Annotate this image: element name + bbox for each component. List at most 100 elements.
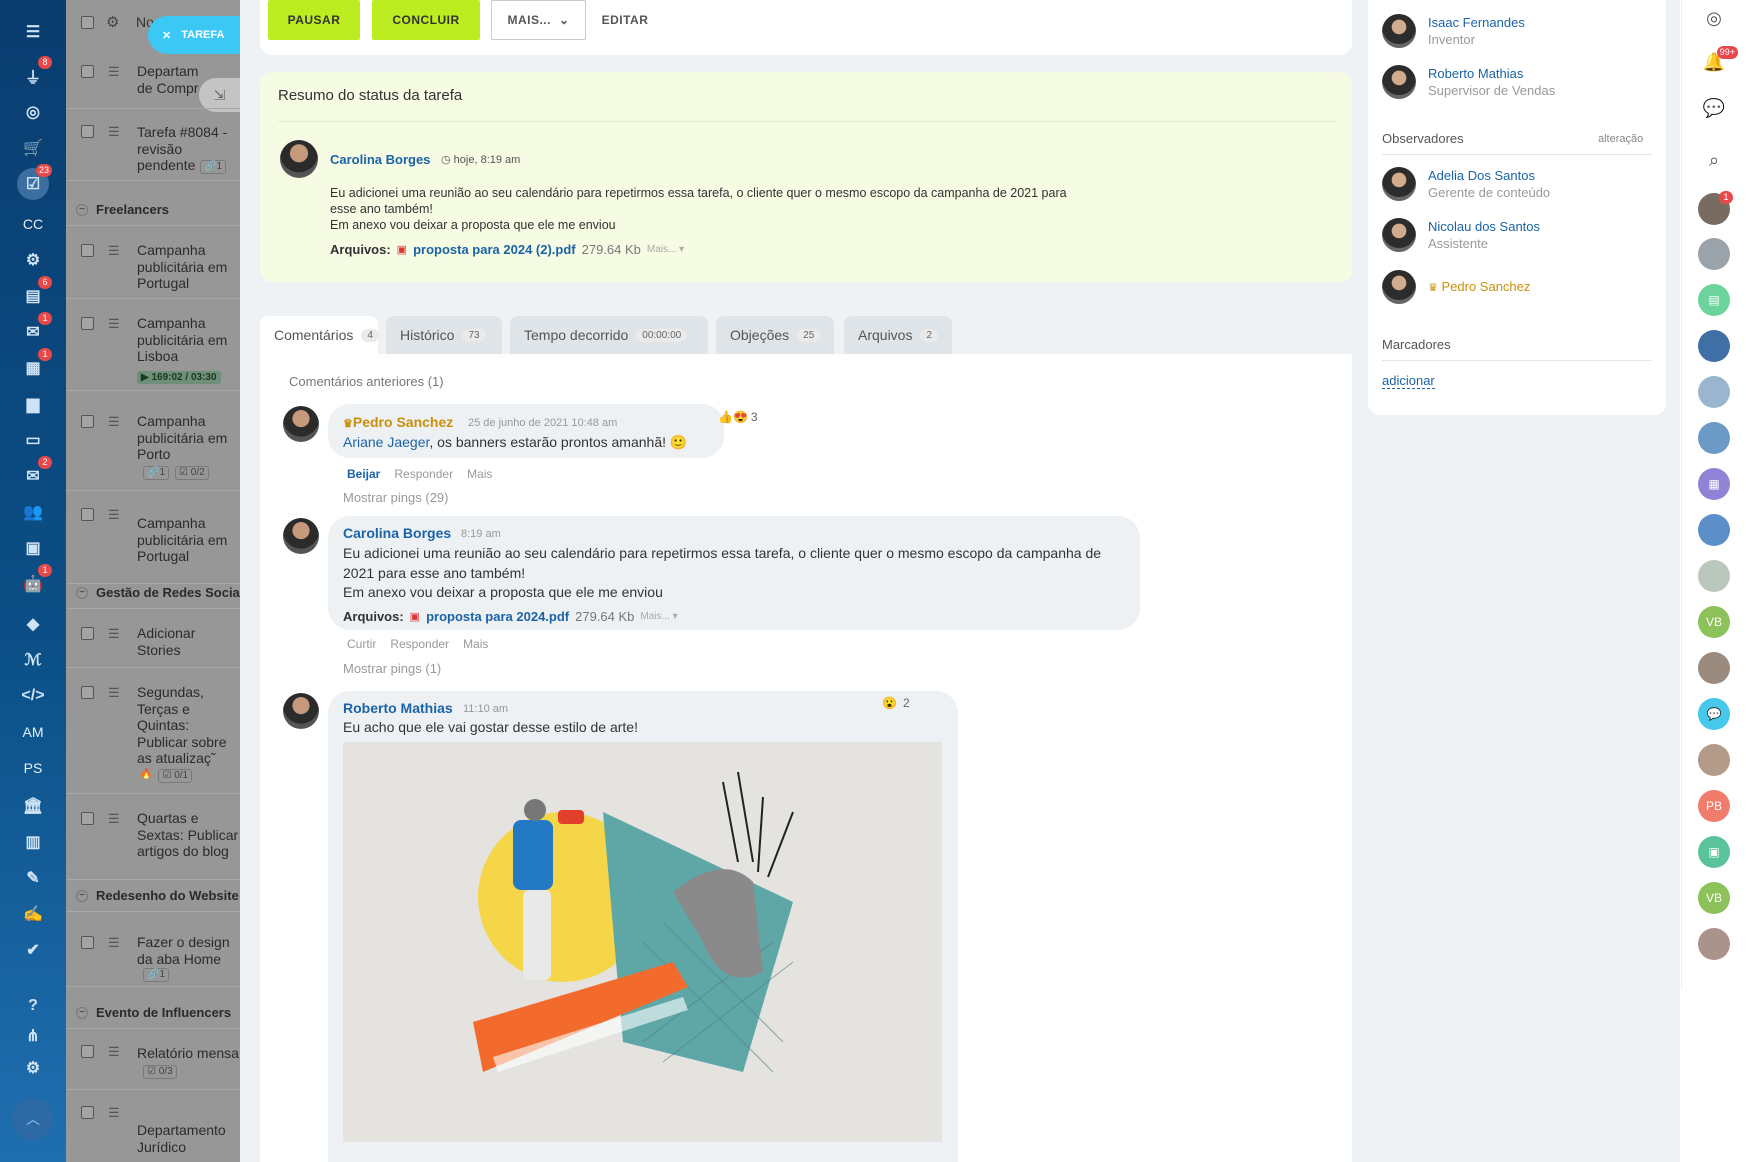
more-dropdown[interactable]: MAIS... ⌄ (491, 0, 586, 40)
messages-icon[interactable]: 💬 (1698, 92, 1730, 124)
avatar[interactable] (283, 518, 319, 554)
bell-icon[interactable]: 🔔 99+ (1698, 46, 1738, 78)
nav-cc[interactable]: CC (17, 208, 49, 240)
task-checkbox[interactable] (81, 317, 94, 330)
show-pings-link[interactable]: Mostrar pings (29) (343, 490, 448, 505)
tab-comments[interactable]: Comentários 4 (260, 316, 379, 354)
more-files-dropdown[interactable]: Mais... ▾ (640, 611, 677, 622)
drag-handle-icon[interactable]: ☰ (108, 936, 122, 949)
scroll-top-icon[interactable]: ︿ (12, 1098, 54, 1140)
avatar[interactable] (1382, 270, 1416, 304)
more-action[interactable]: Mais (463, 637, 488, 651)
avatar[interactable] (1698, 652, 1730, 684)
avatar[interactable] (1698, 514, 1730, 546)
observer-person[interactable]: ♛ Pedro Sanchez (1382, 270, 1530, 304)
show-pings-link[interactable]: Mostrar pings (1) (343, 661, 441, 676)
task-row[interactable]: ☰ Fazer o design da aba Home 🔗1 (66, 911, 240, 987)
file-link[interactable]: proposta para 2024.pdf (426, 609, 569, 624)
avatar[interactable] (1382, 14, 1416, 48)
bank-icon[interactable]: 🏛 (17, 790, 49, 822)
avatar[interactable] (283, 693, 319, 729)
sitemap-icon[interactable]: ⋔ (17, 1020, 49, 1052)
reactions[interactable]: 👍😍 3 (718, 410, 758, 424)
more-action[interactable]: Mais (467, 467, 492, 481)
file-link[interactable]: proposta para 2024 (2).pdf (413, 242, 576, 257)
task-row[interactable]: ☰ Departamento Jurídico (66, 1090, 240, 1162)
task-checkbox[interactable] (81, 936, 94, 949)
avatar[interactable] (1382, 218, 1416, 252)
reactions[interactable]: 😮 2 (882, 696, 910, 710)
task-checkbox[interactable] (81, 415, 94, 428)
group-header[interactable]: − Evento de Influencers (76, 1005, 231, 1020)
reply-action[interactable]: Responder (390, 637, 449, 651)
avatar-initials[interactable]: VB (1698, 606, 1730, 638)
avatar[interactable] (1698, 928, 1730, 960)
users-icon[interactable]: 👥 (17, 496, 49, 528)
kiss-action[interactable]: Beijar (347, 467, 380, 481)
task-row[interactable]: ☰ Departamento de Compr (66, 55, 240, 109)
task-row[interactable]: ☰ Relatório mensa ☑ 0/3 (66, 1028, 240, 1090)
group-header[interactable]: − Gestão de Redes Socia (76, 585, 240, 600)
attached-image[interactable] (343, 742, 942, 1142)
drag-handle-icon[interactable]: ☰ (108, 508, 122, 521)
drag-handle-icon[interactable]: ☰ (108, 812, 122, 825)
search-icon[interactable]: ⌕ (1698, 144, 1730, 176)
drag-handle-icon[interactable]: ☰ (108, 415, 122, 428)
observers-change-link[interactable]: alteração (1598, 133, 1643, 145)
menu-icon[interactable]: ☰ (17, 16, 49, 48)
edit-button[interactable]: EDITAR (600, 0, 650, 40)
more-files-dropdown[interactable]: Mais... ▾ (647, 244, 684, 255)
drag-handle-icon[interactable]: ☰ (108, 627, 122, 640)
time-tracker[interactable]: ▶ 169:02 / 03:30 (137, 371, 221, 384)
avatar[interactable] (283, 406, 319, 442)
tab-history[interactable]: Histórico 73 (386, 316, 502, 354)
reply-action[interactable]: Responder (394, 467, 453, 481)
drive-icon[interactable]: ▭ (17, 424, 49, 456)
avatar[interactable] (1698, 422, 1730, 454)
group-header[interactable]: − Redesenho do Website (76, 888, 239, 903)
avatar-initials[interactable]: PB (1698, 790, 1730, 822)
chat-icon[interactable]: ✉ 1 (17, 312, 52, 348)
task-row[interactable]: ☰ Campanha publicitária em Lisboa ▶ 169:… (66, 299, 240, 391)
inbox-icon[interactable]: ▤ 6 (17, 276, 52, 312)
help-icon[interactable]: ? (17, 990, 49, 1022)
copilot-icon[interactable]: ◎ (1698, 2, 1730, 34)
add-tag-link[interactable]: adicionar (1382, 373, 1435, 389)
like-action[interactable]: Curtir (347, 637, 376, 651)
target-icon[interactable]: ◎ (17, 96, 49, 128)
avatar[interactable] (1698, 560, 1730, 592)
task-checkbox[interactable] (81, 627, 94, 640)
robot-icon[interactable]: 🤖 1 (17, 564, 52, 600)
comment-author[interactable]: Roberto Mathias (343, 700, 453, 716)
edit-list-icon[interactable]: ✎ (17, 862, 49, 894)
settings-icon[interactable]: ⚙ (17, 1052, 49, 1084)
task-row[interactable]: ☰ Campanha publicitária em Portugal (66, 225, 240, 299)
comment-author[interactable]: ♛Pedro Sanchez (343, 414, 453, 430)
drag-handle-icon[interactable]: ☰ (108, 1045, 122, 1058)
group-header[interactable]: − Freelancers (76, 202, 169, 217)
sign-icon[interactable]: ✍ (17, 898, 49, 930)
mail-icon[interactable]: ✉ 2 (17, 456, 52, 492)
task-checkbox[interactable] (81, 1106, 94, 1119)
code-icon[interactable]: </> (17, 680, 49, 712)
close-icon[interactable]: ✕ (162, 29, 171, 42)
avatar[interactable]: 1 (1698, 191, 1733, 225)
pause-button[interactable]: PAUSAR (268, 0, 360, 40)
document-icon[interactable]: ▆ (17, 388, 49, 420)
previous-comments-link[interactable]: Comentários anteriores (1) (289, 374, 444, 389)
avatar[interactable] (1382, 167, 1416, 201)
calendar-icon[interactable]: ▦ 1 (17, 348, 52, 384)
notes-app-icon[interactable]: ▤ (1698, 284, 1730, 316)
task-row[interactable]: ☰ Tarefa #8084 - revisão pendente 🔗1 (66, 109, 240, 181)
nodes-icon[interactable]: ⚙ (17, 244, 49, 276)
collapse-group-icon[interactable]: − (76, 1006, 88, 1019)
tab-files[interactable]: Arquivos 2 (844, 316, 952, 354)
check-circle-icon[interactable]: ✔ (17, 934, 49, 966)
drag-handle-icon[interactable]: ☰ (108, 65, 122, 78)
contact-card-icon[interactable]: ▣ (17, 532, 49, 564)
nav-ps[interactable]: PS (17, 752, 49, 784)
responsible-person[interactable]: Isaac Fernandes Inventor (1382, 14, 1525, 48)
collapse-group-icon[interactable]: − (76, 203, 88, 216)
drag-handle-icon[interactable]: ☰ (108, 686, 122, 699)
task-checkbox[interactable] (81, 508, 94, 521)
